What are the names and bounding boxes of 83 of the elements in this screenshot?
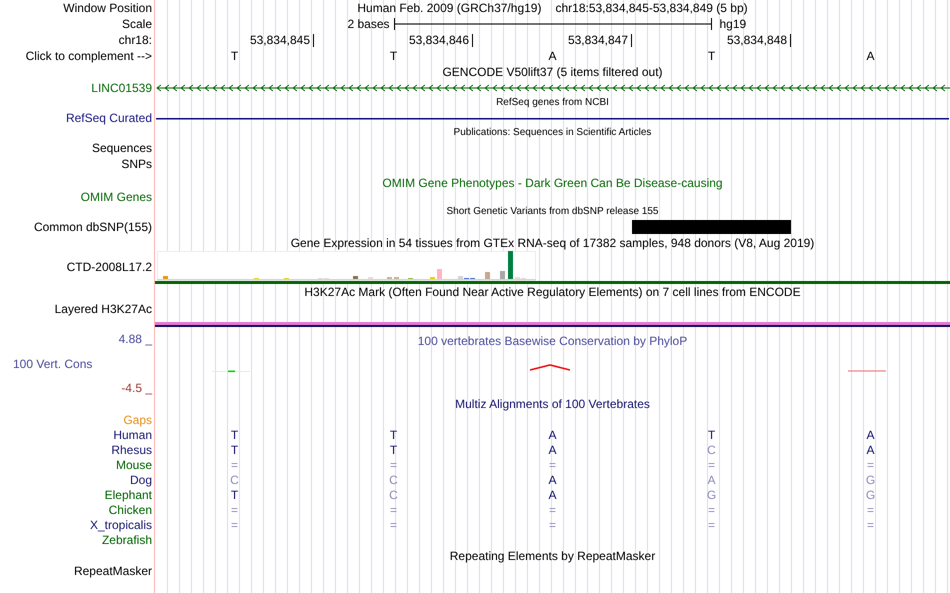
alignment-base: C [389,489,398,502]
sequence-base[interactable]: A [548,50,556,63]
alignment-base: A [866,429,874,442]
sequence-base[interactable]: T [390,50,398,63]
alignment-base: = [390,504,397,517]
sequence-base[interactable]: T [230,50,238,63]
track-title: 100 vertebrates Basewise Conservation by PhyloP [418,333,688,348]
alignment-base: A [548,444,556,457]
alignment-base: = [230,519,238,532]
position-range: chr18:53,834,845-53,834,849 (5 bp) [555,2,748,14]
species-label: X_tropicalis [90,519,152,532]
track-title: Repeating Elements by RepeatMasker [450,550,656,562]
row-label: Window Position [63,2,152,14]
track-label: Sequences [92,142,152,155]
alignment-base: T [230,444,238,457]
alignment-base: = [708,519,715,532]
species-label: Chicken [108,504,152,517]
species-label: Zebrafish [102,534,152,547]
row-label: chr18: [118,34,152,46]
alignment-base: = [708,459,715,472]
species-label: Elephant [104,489,152,502]
alignment-base: = [230,459,238,472]
assembly-title: Human Feb. 2009 (GRCh37/hg19) [357,2,542,14]
track-title: Publications: Sequences in Scientific Articles [454,128,652,139]
track-label: Gaps [123,414,152,427]
track-label: RepeatMasker [74,565,152,578]
track-label: 100 Vert. Cons [13,358,92,370]
track-label: LINC01539 [91,82,152,94]
alignment-base: T [390,429,398,442]
complement-link[interactable]: Click to complement --> [26,50,152,63]
alignment-base: = [390,459,397,472]
track-label: OMIM Genes [80,191,152,204]
species-label: Mouse [116,459,152,472]
alignment-base: A [707,474,716,487]
track-title: Gene Expression in 54 tissues from GTEx RNA-seq of 17382 samples, 948 donors (V8, Aug 2019) [290,236,814,250]
species-label: Human [113,429,152,442]
track-label: SNPs [121,158,152,170]
coordinate-tick: 53,834,845 [250,34,314,46]
track-label: Layered H3K27Ac [54,302,152,316]
scale-assembly: hg19 [718,18,748,30]
coordinate-tick: 53,834,846 [408,34,473,46]
track-label: CTD-2008L17.2 [66,261,152,274]
alignment-base: T [230,489,238,502]
alignment-base: = [548,504,556,517]
track-title: RefSeq genes from NCBI [496,98,609,108]
alignment-base: A [866,444,874,457]
alignment-base: A [548,474,556,487]
alignment-base: G [866,474,876,487]
sequence-base[interactable]: A [866,50,874,63]
alignment-base: T [390,444,398,457]
sequence-base[interactable]: T [708,50,716,63]
coordinate-tick: 53,834,848 [726,34,791,46]
track-label: Common dbSNP(155) [34,220,152,234]
alignment-base: G [706,489,716,502]
row-label: Scale [122,18,152,30]
track-title: Short Genetic Variants from dbSNP release 155 [446,206,658,218]
track-title: Multiz Alignments of 100 Vertebrates [455,398,650,411]
alignment-base: = [230,504,238,517]
track-label: RefSeq Curated [66,112,152,124]
axis-min-label: -4.5 _ [121,382,152,395]
species-label: Rhesus [111,444,152,457]
scale-size: 2 bases [346,18,390,30]
coordinate-tick: 53,834,847 [568,34,632,46]
alignment-base: = [548,519,556,532]
alignment-base: = [390,519,397,532]
alignment-base: C [707,444,716,457]
alignment-base: = [548,459,556,472]
track-title: OMIM Gene Phenotypes - Dark Green Can Be Disease-causing [382,177,723,190]
alignment-base: = [866,459,874,472]
alignment-base: A [548,489,556,502]
alignment-base: A [548,429,556,442]
alignment-base: T [230,429,238,442]
alignment-base: = [866,504,874,517]
alignment-base: = [866,519,874,532]
track-title: GENCODE V50lift37 (5 items filtered out) [442,66,663,79]
axis-max-label: 4.88 _ [118,333,152,346]
alignment-base: G [866,489,876,502]
alignment-base: C [389,474,398,487]
track-title: H3K27Ac Mark (Often Found Near Active Regulatory Elements) on 7 cell lines from ENCODE [304,286,801,299]
species-label: Dog [130,474,152,487]
alignment-base: = [708,504,715,517]
alignment-base: T [708,429,716,442]
alignment-base: C [230,474,239,487]
